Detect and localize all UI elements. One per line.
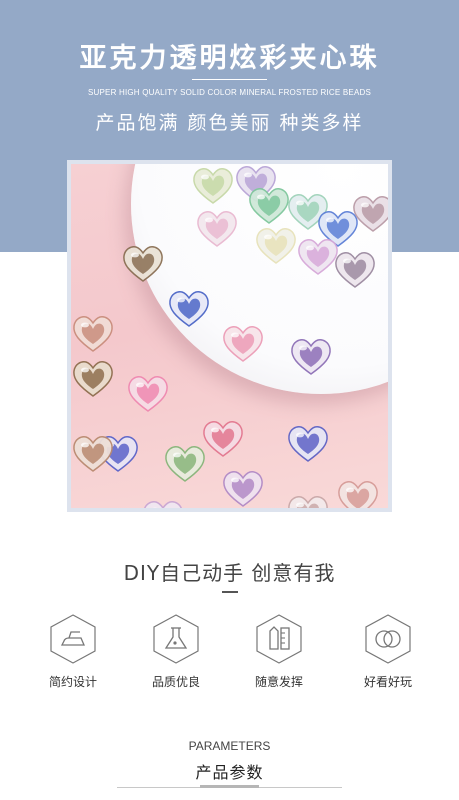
heart-bead bbox=[71, 434, 115, 474]
feature-label: 品质优良 bbox=[151, 675, 200, 689]
feature-label: 好看好玩 bbox=[363, 675, 412, 689]
heart-bead bbox=[221, 324, 265, 364]
heart-bead bbox=[191, 166, 235, 206]
heart-bead bbox=[333, 250, 377, 290]
english-subtitle: SUPER HIGH QUALITY SOLID COLOR MINERAL F… bbox=[87, 88, 371, 97]
page-title: 亚克力透明炫彩夹心珠 bbox=[79, 43, 380, 74]
heart-bead bbox=[167, 289, 211, 329]
feature-simple-design: 简约设计 bbox=[23, 614, 123, 690]
heart-bead bbox=[289, 337, 333, 377]
heart-bead bbox=[121, 244, 165, 284]
parameters-divider-accent bbox=[200, 785, 259, 788]
feature-quality: 品质优良 bbox=[126, 614, 226, 690]
rings-icon bbox=[365, 614, 411, 664]
feature-row: 简约设计 品质优良 随意发挥 好看好玩 bbox=[0, 614, 459, 694]
heart-bead bbox=[163, 444, 207, 484]
heart-bead bbox=[254, 226, 298, 266]
pencil-ruler-icon bbox=[256, 614, 302, 664]
title-divider bbox=[192, 79, 267, 80]
heart-bead bbox=[71, 359, 115, 399]
diy-heading: DIY自己动手 创意有我 bbox=[123, 561, 336, 585]
diy-divider bbox=[222, 591, 238, 593]
product-photo-frame bbox=[67, 160, 392, 512]
heart-bead bbox=[201, 419, 245, 459]
heart-bead bbox=[336, 479, 380, 508]
parameters-title-en: PARAMETERS bbox=[188, 739, 271, 753]
product-photo bbox=[71, 164, 388, 508]
iron-icon bbox=[50, 614, 96, 664]
heart-bead bbox=[247, 186, 291, 226]
heart-bead bbox=[221, 469, 265, 508]
tagline: 产品饱满 颜色美丽 种类多样 bbox=[95, 112, 364, 134]
feature-freedom: 随意发挥 bbox=[229, 614, 329, 690]
heart-bead bbox=[141, 499, 185, 508]
heart-bead bbox=[286, 494, 330, 508]
feature-label: 简约设计 bbox=[48, 675, 97, 689]
parameters-title-cn: 产品参数 bbox=[195, 763, 264, 782]
feature-fun: 好看好玩 bbox=[338, 614, 438, 690]
heart-bead bbox=[195, 209, 239, 249]
heart-bead bbox=[286, 424, 330, 464]
flask-icon bbox=[153, 614, 199, 664]
feature-label: 随意发挥 bbox=[254, 675, 303, 689]
heart-bead bbox=[351, 194, 388, 234]
heart-bead bbox=[71, 314, 115, 354]
heart-bead bbox=[126, 374, 170, 414]
